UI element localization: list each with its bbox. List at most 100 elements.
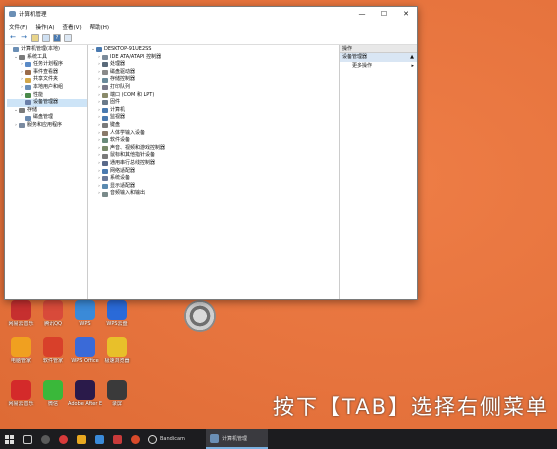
desktop-shortcut[interactable]: WPS (68, 300, 102, 336)
menu-action[interactable]: 操作(A) (35, 23, 54, 31)
menu-view[interactable]: 查看(V) (63, 23, 82, 31)
actions-section-device-manager[interactable]: 设备管理器 ▲ (340, 53, 417, 62)
device-category[interactable]: › 网络适配器 (90, 168, 339, 176)
gear-icon[interactable] (184, 300, 216, 332)
device-category-label: 人体学输入设备 (110, 129, 146, 136)
view-icon[interactable] (64, 34, 72, 42)
collapse-up-icon[interactable]: ▲ (410, 53, 414, 62)
device-category[interactable]: › 键盘 (90, 122, 339, 130)
shortcut-icon (43, 300, 63, 320)
title-bar[interactable]: 计算机管理 — ☐ ✕ (5, 7, 417, 21)
device-category-icon (102, 92, 108, 98)
more-actions-item[interactable]: 更多操作 ▸ (340, 62, 417, 71)
desktop-shortcut[interactable]: WPS Office (68, 337, 102, 373)
taskbar-app[interactable] (72, 429, 90, 449)
taskbar-app[interactable] (126, 429, 144, 449)
shortcut-label: 电脑管家 (10, 358, 31, 364)
device-category-label: 键盘 (110, 121, 121, 128)
device-tree: ⌄ DESKTOP-91UE2SS › IDE ATA/ATAPI 控制器 › 处理器… (88, 45, 340, 299)
task-view-button[interactable] (18, 429, 36, 449)
shortcut-label: WPS (79, 321, 91, 327)
help-icon[interactable]: ? (53, 34, 61, 42)
device-category[interactable]: › 软件设备 (90, 137, 339, 145)
minimize-button[interactable]: — (351, 7, 373, 21)
task-view-icon (22, 434, 32, 444)
device-category-icon (102, 85, 108, 91)
nav-tree-item[interactable]: 磁盘管理 (7, 114, 87, 122)
actions-pane: 操作 设备管理器 ▲ 更多操作 ▸ (340, 45, 417, 299)
device-category[interactable]: › 打印队列 (90, 84, 339, 92)
device-category-label: 鼠标和其他指针设备 (110, 152, 156, 159)
shortcut-label: 微信 (47, 401, 58, 407)
shortcut-icon (43, 337, 63, 357)
taskbar-app[interactable] (36, 429, 54, 449)
nav-tree-item[interactable]: › 共享文件夹 (7, 76, 87, 84)
device-category[interactable]: › 存储控制器 (90, 76, 339, 84)
device-category[interactable]: › 固件 (90, 99, 339, 107)
device-category[interactable]: › 计算机 (90, 107, 339, 115)
device-category[interactable]: › 端口 (COM 和 LPT) (90, 92, 339, 100)
desktop-shortcut[interactable]: 电脑管家 (4, 337, 38, 373)
desktop-shortcut[interactable]: WPS云盘 (100, 300, 134, 336)
nav-tree-item[interactable]: 计算机管理(本地) (7, 46, 87, 54)
device-category-icon (102, 70, 108, 76)
taskbar-app[interactable] (108, 429, 126, 449)
taskbar-bandicam[interactable]: Bandicam (144, 429, 206, 449)
desktop-shortcut[interactable]: 网易云音乐 (4, 380, 38, 416)
device-category[interactable]: › 音频输入和输出 (90, 190, 339, 198)
nav-tree-item[interactable]: › 任务计划程序 (7, 61, 87, 69)
nav-item-icon (19, 54, 25, 60)
desktop-shortcut[interactable]: 录屏 (100, 380, 134, 416)
device-category-icon (102, 62, 108, 68)
device-category[interactable]: › 处理器 (90, 61, 339, 69)
menu-bar: 文件(F) 操作(A) 查看(V) 帮助(H) (5, 21, 417, 32)
menu-help[interactable]: 帮助(H) (90, 23, 109, 31)
device-category[interactable]: › 监视器 (90, 114, 339, 122)
forward-icon[interactable]: → (20, 34, 28, 42)
app-icon (94, 434, 104, 444)
taskbar-app[interactable] (54, 429, 72, 449)
shortcut-label: 录屏 (111, 401, 122, 407)
shortcut-icon (43, 380, 63, 400)
device-category[interactable]: › 人体学输入设备 (90, 130, 339, 138)
device-category-label: 音频输入和输出 (110, 190, 146, 197)
device-category[interactable]: › 通用串行总线控制器 (90, 160, 339, 168)
taskbar-computer-management[interactable]: 计算机管理 (206, 429, 268, 449)
nav-tree-item[interactable]: › 服务和应用程序 (7, 122, 87, 130)
nav-tree-label: 服务和应用程序 (27, 121, 63, 128)
properties-icon[interactable] (42, 34, 50, 42)
device-category-icon (102, 77, 108, 83)
device-category-icon (102, 146, 108, 152)
app-icon (40, 434, 50, 444)
nav-tree-item[interactable]: › 本地用户和组 (7, 84, 87, 92)
app-icon (76, 434, 86, 444)
back-icon[interactable]: ← (9, 34, 17, 42)
device-category[interactable]: › 系统设备 (90, 175, 339, 183)
maximize-button[interactable]: ☐ (373, 7, 395, 21)
menu-file[interactable]: 文件(F) (9, 23, 27, 31)
taskbar: Bandicam 计算机管理 (0, 429, 557, 449)
start-button[interactable] (0, 429, 18, 449)
computer-management-window: 计算机管理 — ☐ ✕ 文件(F) 操作(A) 查看(V) 帮助(H) ← → … (4, 6, 418, 300)
shortcut-label: 腾讯QQ (44, 321, 62, 327)
desktop-shortcut[interactable]: 软件管家 (36, 337, 70, 373)
desktop-shortcut[interactable]: 网易云音乐 (4, 300, 38, 336)
desktop-shortcut[interactable]: 极速浏览器 (100, 337, 134, 373)
nav-tree-item[interactable]: 设备管理器 (7, 99, 87, 107)
shortcut-icon (107, 300, 127, 320)
taskbar-app[interactable] (90, 429, 108, 449)
actions-header: 操作 (340, 45, 417, 53)
desktop-shortcut[interactable]: 腾讯QQ (36, 300, 70, 336)
device-category-icon (102, 168, 108, 174)
up-folder-icon[interactable] (31, 34, 39, 42)
device-category[interactable]: › 鼠标和其他指针设备 (90, 152, 339, 160)
device-tree-root[interactable]: ⌄ DESKTOP-91UE2SS (90, 46, 339, 54)
desktop-shortcut[interactable]: Adobe After Effects 2020 (68, 380, 102, 416)
close-button[interactable]: ✕ (395, 7, 417, 21)
device-category[interactable]: › IDE ATA/ATAPI 控制器 (90, 54, 339, 62)
desktop-shortcut[interactable]: 微信 (36, 380, 70, 416)
nav-tree-label: 磁盘管理 (33, 114, 54, 121)
device-category-icon (102, 153, 108, 159)
shortcut-label: 网易云音乐 (8, 321, 34, 327)
device-tree-root-label: DESKTOP-91UE2SS (104, 46, 152, 52)
